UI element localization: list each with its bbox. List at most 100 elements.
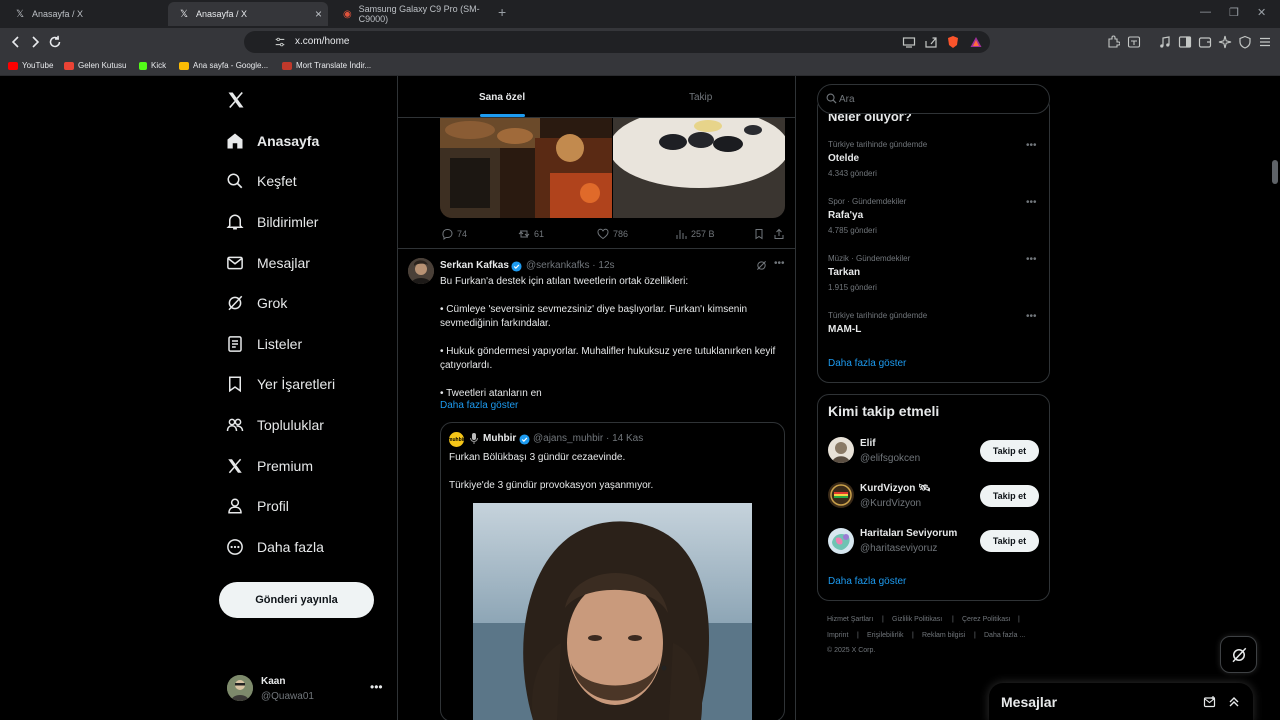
nav-item-lists[interactable]: Listeler — [226, 332, 302, 356]
suggestion-avatar[interactable] — [828, 482, 854, 508]
reload-icon[interactable] — [47, 34, 63, 50]
restore-window-icon[interactable]: ❐ — [1229, 6, 1239, 19]
trend-more-icon[interactable]: ••• — [1026, 311, 1037, 322]
expand-drawer-icon[interactable] — [1227, 695, 1241, 709]
bookmark-google-drive[interactable]: Ana sayfa - Google... — [179, 61, 268, 70]
trend-more-icon[interactable]: ••• — [1026, 254, 1037, 265]
grok-explain-icon[interactable] — [756, 260, 767, 271]
nav-item-notifications[interactable]: Bildirimler — [226, 210, 318, 234]
bookmark-kick[interactable]: Kick — [139, 61, 166, 70]
site-info-icon[interactable] — [274, 35, 286, 49]
bookmark-icon[interactable] — [753, 228, 765, 240]
nav-item-communities[interactable]: Topluluklar — [226, 413, 324, 437]
close-tab-icon[interactable]: × — [315, 7, 322, 21]
new-message-icon[interactable] — [1203, 695, 1217, 709]
account-more-icon[interactable]: ••• — [370, 680, 383, 694]
nav-item-more[interactable]: Daha fazla — [226, 535, 324, 559]
footer-imprint-link[interactable]: Imprint — [827, 632, 848, 639]
quote-photo-portrait[interactable] — [473, 503, 752, 720]
retweet-action[interactable]: 61 — [518, 228, 544, 240]
nav-item-explore[interactable]: Keşfet — [226, 169, 297, 193]
footer-more-link[interactable]: Daha fazla ... — [984, 632, 1025, 639]
follow-button[interactable]: Takip et — [980, 530, 1039, 552]
share-icon[interactable] — [773, 228, 785, 240]
trend-more-icon[interactable]: ••• — [1026, 197, 1037, 208]
views-action[interactable]: 257 B — [675, 228, 715, 240]
minimize-window-icon[interactable]: — — [1200, 6, 1211, 18]
follow-button[interactable]: Takip et — [980, 440, 1039, 462]
suggestion-name[interactable]: Haritaları Seviyorum — [860, 528, 957, 539]
footer-ads-info-link[interactable]: Reklam bilgisi — [922, 632, 965, 639]
bookmark-youtube[interactable]: YouTube — [8, 61, 53, 70]
follow-show-more-link[interactable]: Daha fazla göster — [828, 576, 906, 587]
trend-name[interactable]: Rafa'ya — [828, 210, 863, 221]
suggestion-name[interactable]: KurdVizyon 🛰 — [860, 483, 931, 494]
trend-more-icon[interactable]: ••• — [1026, 140, 1037, 151]
like-action[interactable]: 786 — [597, 228, 628, 240]
tweet-more-icon[interactable]: ••• — [774, 258, 785, 269]
suggestion-name[interactable]: Elif — [860, 438, 876, 449]
translate-icon[interactable] — [1127, 35, 1141, 49]
tab-following[interactable]: Takip — [689, 92, 712, 103]
address-bar[interactable] — [244, 31, 990, 53]
extensions-icon[interactable] — [1106, 35, 1120, 49]
search-input[interactable] — [839, 91, 1039, 107]
tweet-media-food-left[interactable] — [440, 118, 612, 218]
tweet-author-avatar[interactable] — [408, 258, 434, 284]
browser-tab-active[interactable]: 𝕏 Anasayfa / X × — [168, 2, 328, 26]
trend-name[interactable]: Otelde — [828, 153, 859, 164]
footer-terms-link[interactable]: Hizmet Şartları — [827, 616, 873, 623]
wallet-icon[interactable] — [1198, 35, 1212, 49]
suggestion-avatar[interactable] — [828, 528, 854, 554]
forward-icon[interactable] — [27, 34, 43, 50]
suggestion-avatar[interactable] — [828, 437, 854, 463]
media-music-icon[interactable] — [1158, 35, 1172, 49]
tweet-show-more-link[interactable]: Daha fazla göster — [440, 400, 518, 411]
footer-accessibility-link[interactable]: Erişilebilirlik — [867, 632, 904, 639]
quote-author-avatar[interactable]: muhbir — [448, 432, 465, 447]
nav-item-profile[interactable]: Profil — [226, 494, 289, 518]
trend-name[interactable]: MAM-L — [828, 324, 861, 335]
x-logo-icon[interactable] — [226, 90, 246, 110]
reply-action[interactable]: 74 — [441, 228, 467, 240]
bookmark-mort-translate[interactable]: Mort Translate İndir... — [282, 61, 371, 70]
nav-item-bookmarks[interactable]: Yer İşaretleri — [226, 372, 335, 396]
tab-for-you[interactable]: Sana özel — [479, 92, 525, 103]
follow-button[interactable]: Takip et — [980, 485, 1039, 507]
nav-item-grok[interactable]: Grok — [226, 291, 287, 315]
bookmark-gmail[interactable]: Gelen Kutusu — [64, 61, 126, 70]
search-icon — [826, 93, 837, 104]
brave-rewards-icon[interactable] — [969, 35, 983, 49]
back-icon[interactable] — [8, 34, 24, 50]
nav-item-messages[interactable]: Mesajlar — [226, 251, 310, 275]
nav-item-premium[interactable]: Premium — [226, 454, 313, 478]
grok-floating-button[interactable] — [1220, 636, 1257, 673]
messages-drawer-title[interactable]: Mesajlar — [1001, 694, 1057, 710]
menu-icon[interactable] — [1258, 35, 1272, 49]
scrollbar-thumb[interactable] — [1272, 160, 1278, 184]
new-tab-icon[interactable]: + — [498, 4, 506, 20]
sidebar-toggle-icon[interactable] — [1178, 35, 1192, 49]
browser-tab[interactable]: ◉ Samsung Galaxy C9 Pro (SM-C9000) — [332, 2, 492, 26]
account-name[interactable]: Kaan — [261, 676, 285, 687]
browser-tab[interactable]: 𝕏 Anasayfa / X — [4, 2, 164, 26]
tweet-media-food-right[interactable] — [613, 118, 785, 218]
brave-shield-icon[interactable] — [946, 35, 960, 49]
nav-item-home[interactable]: Anasayfa — [226, 129, 319, 153]
footer-privacy-link[interactable]: Gizlilik Politikası — [892, 616, 942, 623]
quote-author-name[interactable]: Muhbir — [483, 433, 516, 444]
tweet-author-name[interactable]: Serkan Kafkas — [440, 260, 509, 271]
footer-cookie-link[interactable]: Çerez Politikası — [962, 616, 1011, 623]
tweet-author-handle[interactable]: @serkankafks — [526, 260, 590, 271]
url-text[interactable]: x.com/home — [295, 36, 349, 47]
vpn-shield-icon[interactable] — [1238, 35, 1252, 49]
cast-icon[interactable] — [902, 35, 916, 49]
post-button[interactable]: Gönderi yayınla — [219, 582, 374, 618]
trend-name[interactable]: Tarkan — [828, 267, 860, 278]
account-avatar[interactable] — [227, 675, 253, 701]
leo-ai-icon[interactable] — [1218, 35, 1232, 49]
trends-show-more-link[interactable]: Daha fazla göster — [828, 358, 906, 369]
close-window-icon[interactable]: ✕ — [1257, 6, 1266, 19]
share-icon[interactable] — [924, 35, 938, 49]
tweet-time[interactable]: · 12s — [592, 260, 614, 271]
